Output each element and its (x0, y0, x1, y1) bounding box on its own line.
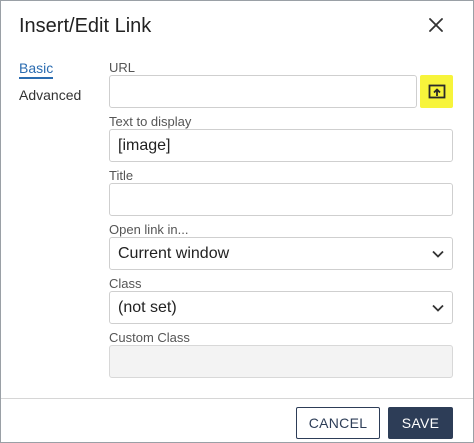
text-to-display-input[interactable]: [image] (109, 129, 453, 162)
browse-upload-icon (428, 84, 445, 98)
title-input[interactable] (109, 183, 453, 216)
close-icon (429, 18, 443, 32)
chevron-down-icon (432, 304, 444, 312)
browse-button[interactable] (420, 75, 453, 108)
text-to-display-label: Text to display (109, 114, 192, 129)
open-link-in-value: Current window (118, 244, 230, 262)
class-label: Class (109, 276, 142, 291)
tab-advanced[interactable]: Advanced (19, 87, 81, 103)
class-select[interactable]: (not set) (109, 291, 453, 324)
save-button[interactable]: SAVE (388, 407, 453, 439)
cancel-button[interactable]: CANCEL (296, 407, 380, 439)
chevron-down-icon (432, 250, 444, 258)
custom-class-label: Custom Class (109, 330, 190, 345)
footer-divider (1, 398, 473, 399)
open-link-in-select[interactable]: Current window (109, 237, 453, 270)
tab-basic[interactable]: Basic (19, 60, 54, 79)
insert-edit-link-dialog: Insert/Edit Link Basic Advanced URL Text… (0, 0, 474, 443)
custom-class-input[interactable] (109, 345, 453, 378)
dialog-title: Insert/Edit Link (19, 15, 152, 37)
url-label: URL (109, 60, 136, 75)
title-label: Title (109, 168, 134, 183)
close-button[interactable] (424, 13, 448, 37)
url-input[interactable] (109, 75, 417, 108)
class-value: (not set) (118, 298, 177, 316)
open-link-in-label: Open link in... (109, 222, 189, 237)
